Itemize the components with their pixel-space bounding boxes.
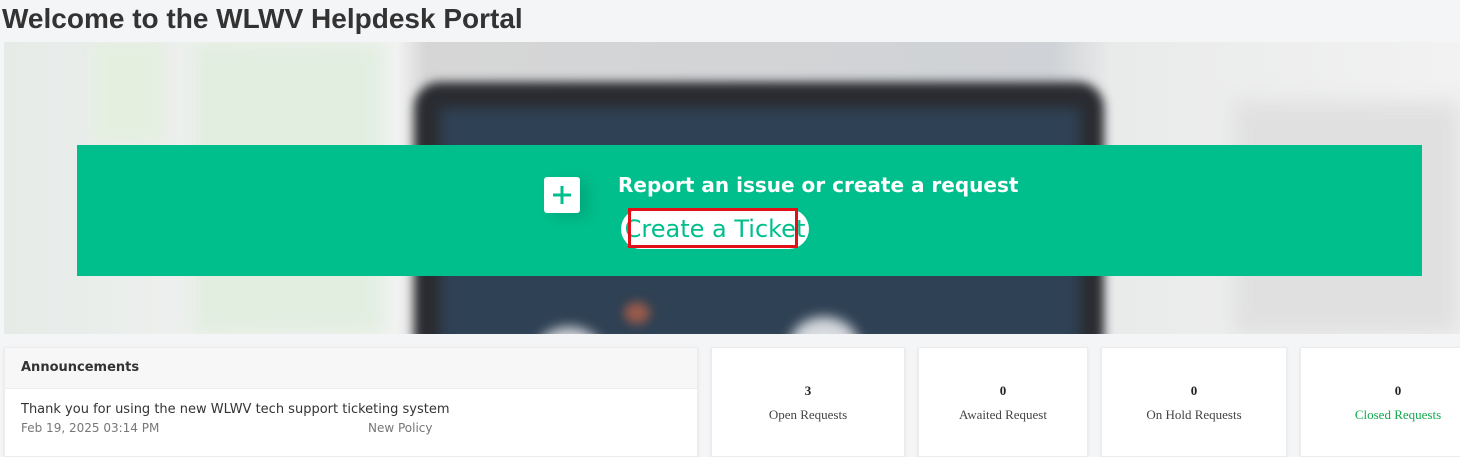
- announcements-panel: Announcements Thank you for using the ne…: [4, 347, 698, 457]
- stat-awaited-request[interactable]: 0 Awaited Request: [918, 347, 1088, 457]
- stat-count: 0: [1190, 383, 1198, 398]
- stat-count: 0: [1394, 383, 1402, 398]
- page-title: Welcome to the WLWV Helpdesk Portal: [2, 3, 523, 34]
- stat-label: On Hold Requests: [1146, 407, 1242, 422]
- announcement-title[interactable]: Thank you for using the new WLWV tech su…: [21, 402, 681, 417]
- plus-icon[interactable]: [544, 177, 580, 213]
- stat-open-requests[interactable]: 3 Open Requests: [711, 347, 905, 457]
- stat-label: Awaited Request: [959, 407, 1047, 422]
- stat-on-hold-requests[interactable]: 0 On Hold Requests: [1101, 347, 1287, 457]
- announcement-date: Feb 19, 2025 03:14 PM: [21, 421, 160, 435]
- announcement-category: New Policy: [368, 421, 433, 435]
- stat-label: Open Requests: [768, 407, 848, 422]
- create-ticket-banner: Report an issue or create a request Crea…: [77, 145, 1422, 276]
- background-blur: [94, 42, 164, 142]
- create-ticket-button[interactable]: Create a Ticket: [621, 209, 809, 249]
- background-blur: [624, 302, 650, 324]
- stat-count: 3: [804, 383, 812, 398]
- announcements-title: Announcements: [5, 348, 697, 389]
- announcement-item[interactable]: Thank you for using the new WLWV tech su…: [21, 402, 681, 437]
- stat-count: 0: [999, 383, 1007, 398]
- stat-label: Closed Requests: [1354, 407, 1442, 422]
- stat-closed-requests[interactable]: 0 Closed Requests: [1300, 347, 1460, 457]
- banner-heading: Report an issue or create a request: [618, 173, 1019, 197]
